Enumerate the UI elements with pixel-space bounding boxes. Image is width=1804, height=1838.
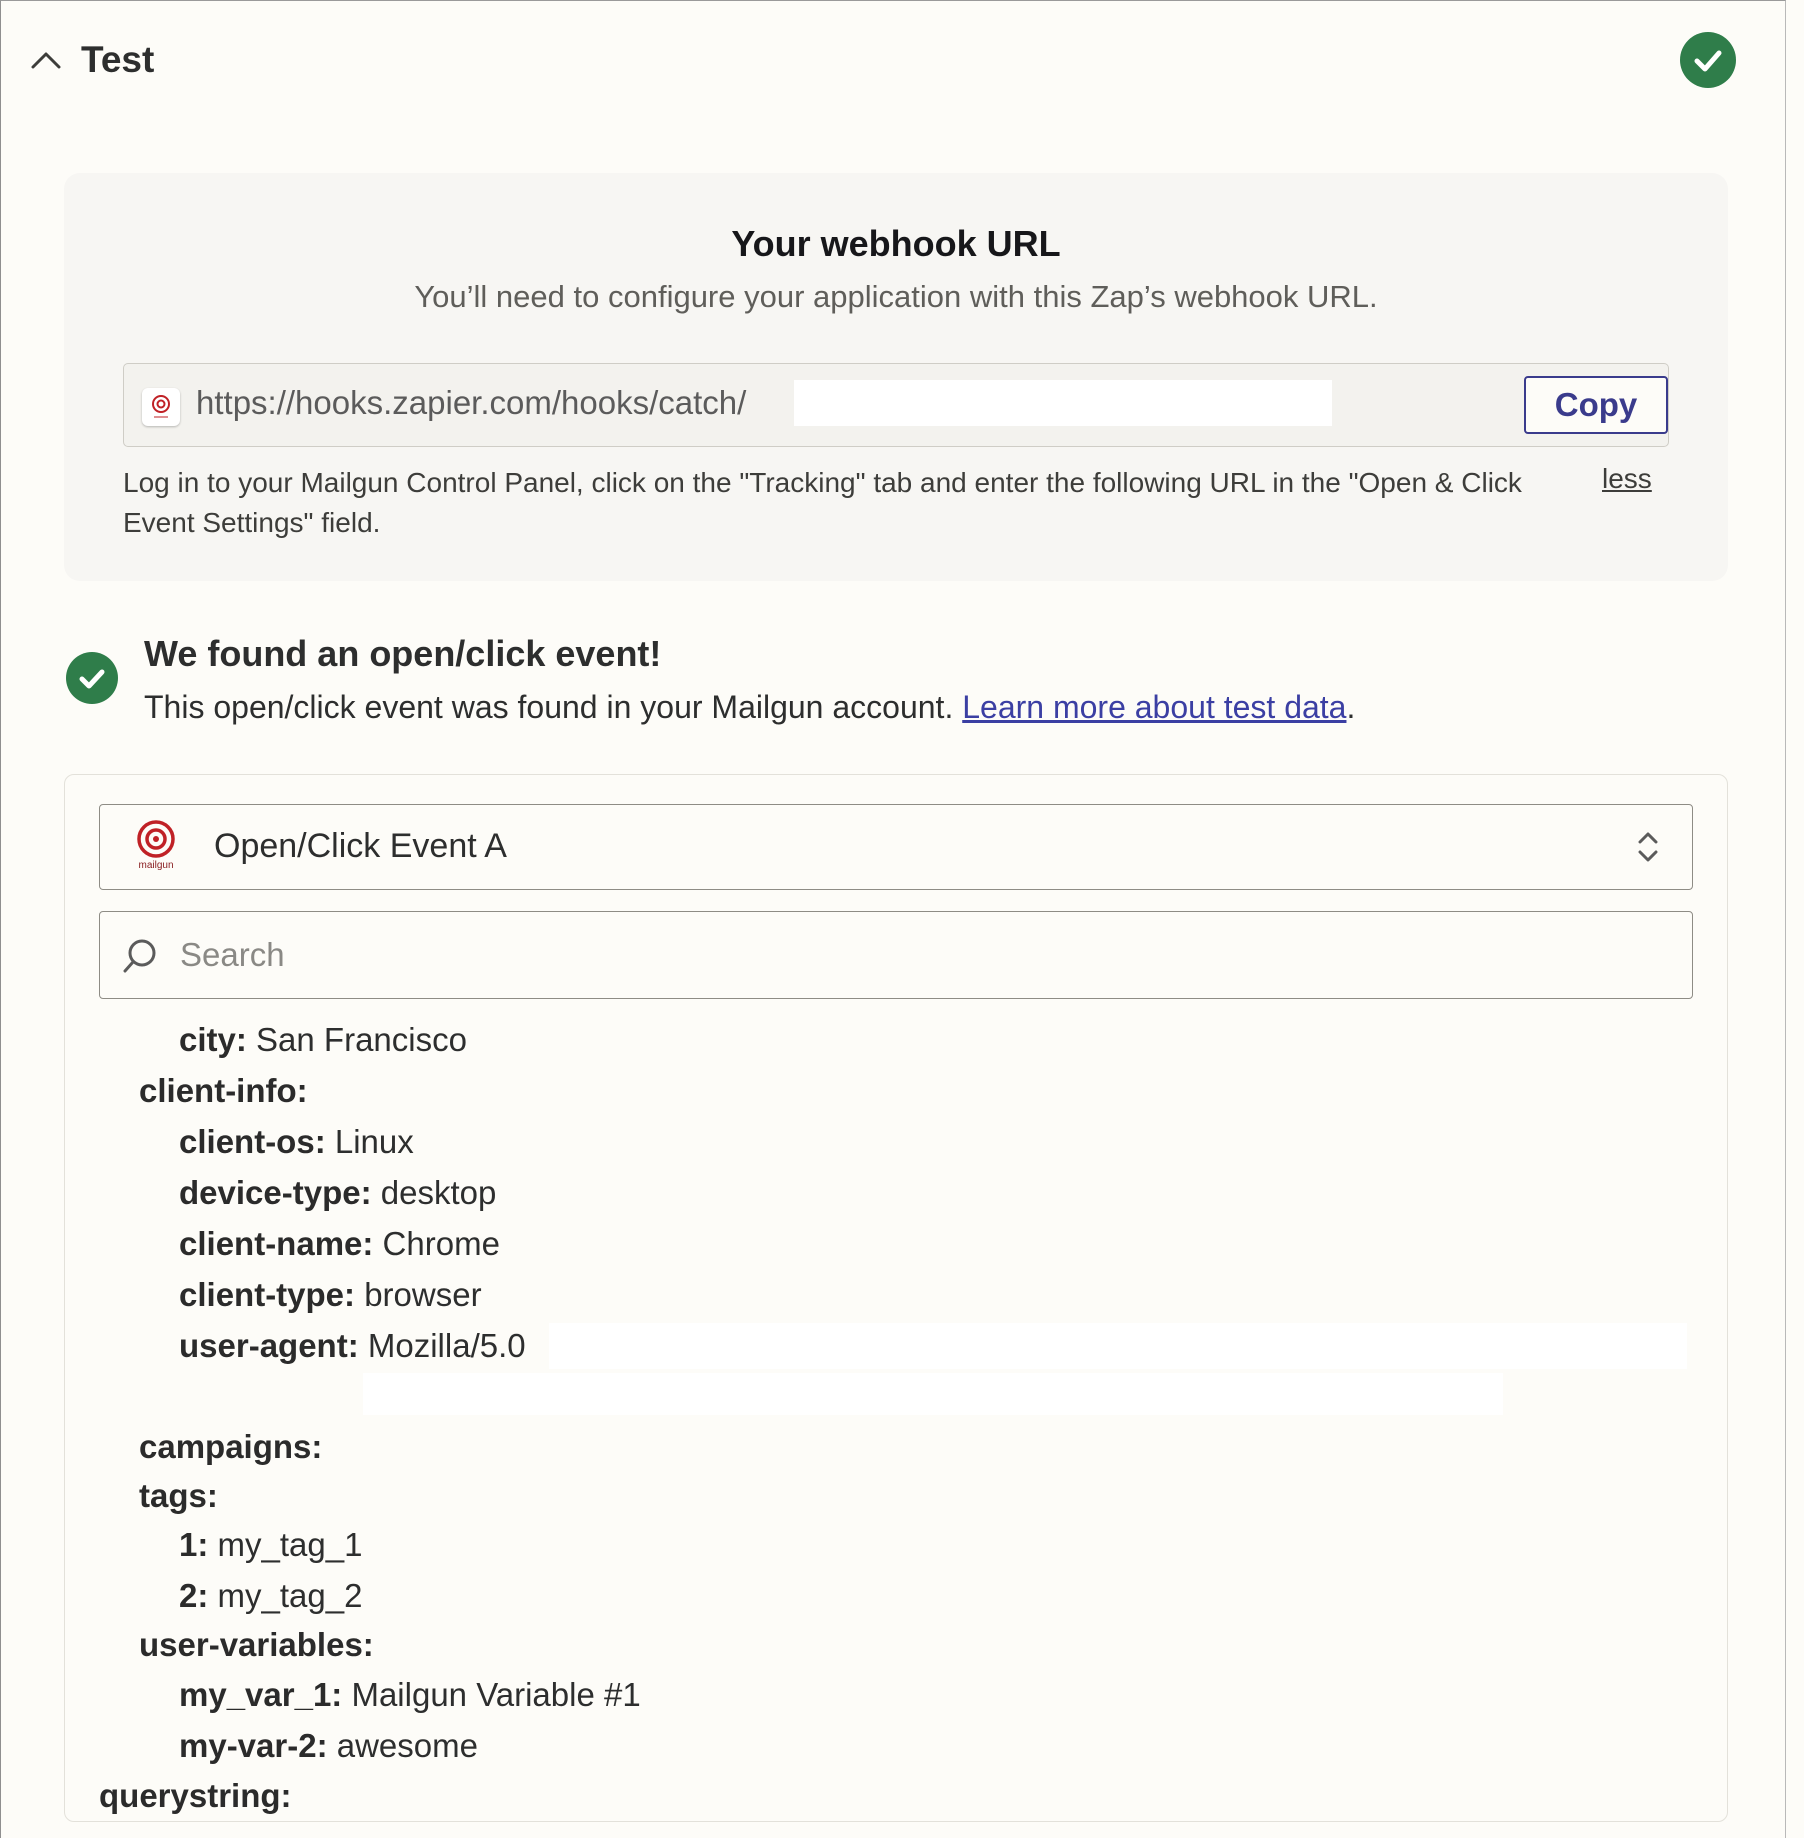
select-chevrons-icon — [1638, 832, 1658, 862]
data-row-tag-1: 1: my_tag_1 — [179, 1526, 362, 1564]
found-event-subtitle: This open/click event was found in your … — [144, 689, 1355, 726]
data-key: my-var-2: — [179, 1727, 328, 1764]
data-row-user-agent: user-agent: Mozilla/5.0 — [179, 1327, 526, 1365]
data-key: user-agent: — [179, 1327, 359, 1364]
webhook-panel: Your webhook URL You’ll need to configur… — [64, 173, 1728, 581]
learn-more-link[interactable]: Learn more about test data — [962, 689, 1346, 725]
data-key: user-variables: — [139, 1626, 374, 1663]
data-key: 1: — [179, 1526, 209, 1563]
url-redaction — [794, 380, 1332, 426]
data-key: client-type: — [179, 1276, 356, 1313]
found-event-title: We found an open/click event! — [144, 633, 662, 674]
search-icon — [123, 939, 156, 973]
user-agent-redaction — [549, 1323, 1687, 1369]
event-select-value: Open/Click Event A — [214, 827, 507, 865]
svg-text:mailgun: mailgun — [138, 860, 173, 871]
data-key: client-name: — [179, 1225, 374, 1262]
mailgun-logo-icon: mailgun — [137, 820, 175, 871]
data-row-client-info: client-info: — [139, 1072, 308, 1110]
search-input[interactable] — [178, 928, 1582, 982]
data-row-client-os: client-os: Linux — [179, 1123, 414, 1161]
data-key: campaigns: — [139, 1428, 323, 1465]
data-row-device-type: device-type: desktop — [179, 1174, 496, 1212]
webhook-url-text[interactable]: https://hooks.zapier.com/hooks/catch/ — [196, 384, 746, 422]
data-row-tags: tags: — [139, 1477, 218, 1515]
data-key: querystring: — [99, 1777, 292, 1814]
success-check-icon — [1680, 32, 1736, 88]
data-key: city: — [179, 1021, 247, 1058]
found-event-text: This open/click event was found in your … — [144, 689, 963, 725]
data-row-my-var-2: my-var-2: awesome — [179, 1727, 478, 1765]
event-select[interactable]: mailgun Open/Click Event A — [99, 804, 1693, 890]
data-row-my-var-1: my_var_1: Mailgun Variable #1 — [179, 1676, 641, 1714]
data-key: tags: — [139, 1477, 218, 1514]
webhook-url-field[interactable]: https://hooks.zapier.com/hooks/catch/ Co… — [123, 363, 1669, 447]
data-key: client-info: — [139, 1072, 308, 1109]
chevron-up-icon[interactable] — [29, 43, 63, 77]
data-key: client-os: — [179, 1123, 326, 1160]
data-row-city: city: San Francisco — [179, 1021, 467, 1059]
mailgun-favicon-icon — [142, 388, 180, 426]
webhook-subtitle: You’ll need to configure your applicatio… — [414, 279, 1378, 314]
success-check-icon — [66, 652, 118, 704]
webhook-title: Your webhook URL — [731, 223, 1061, 264]
less-link[interactable]: less — [1602, 463, 1652, 495]
data-row-campaigns: campaigns: — [139, 1428, 322, 1466]
data-value: Mozilla/5.0 — [367, 1327, 526, 1364]
webhook-help-text: Log in to your Mailgun Control Panel, cl… — [123, 467, 1522, 538]
data-value: desktop — [380, 1174, 497, 1211]
data-value: browser — [364, 1276, 482, 1313]
data-value: Chrome — [382, 1225, 500, 1262]
data-row-tag-2: 2: my_tag_2 — [179, 1577, 362, 1615]
copy-button[interactable]: Copy — [1524, 376, 1668, 434]
data-row-querystring: querystring: — [99, 1777, 292, 1815]
data-key: 2: — [179, 1577, 209, 1614]
data-value: San Francisco — [256, 1021, 467, 1058]
found-event-suffix: . — [1346, 689, 1356, 725]
search-field[interactable] — [99, 911, 1693, 999]
section-title[interactable]: Test — [81, 39, 154, 81]
data-key: device-type: — [179, 1174, 372, 1211]
data-row-user-variables: user-variables: — [139, 1626, 374, 1664]
data-value: my_tag_1 — [217, 1526, 363, 1563]
data-row-client-name: client-name: Chrome — [179, 1225, 500, 1263]
data-key: my_var_1: — [179, 1676, 343, 1713]
data-value: Mailgun Variable #1 — [351, 1676, 641, 1713]
data-value: my_tag_2 — [217, 1577, 363, 1614]
data-row-client-type: client-type: browser — [179, 1276, 482, 1314]
user-agent-redaction — [363, 1373, 1503, 1415]
test-section: Test Your webhook URL You’ll need to con… — [0, 0, 1786, 1838]
data-value: Linux — [334, 1123, 414, 1160]
data-value: awesome — [336, 1727, 478, 1764]
